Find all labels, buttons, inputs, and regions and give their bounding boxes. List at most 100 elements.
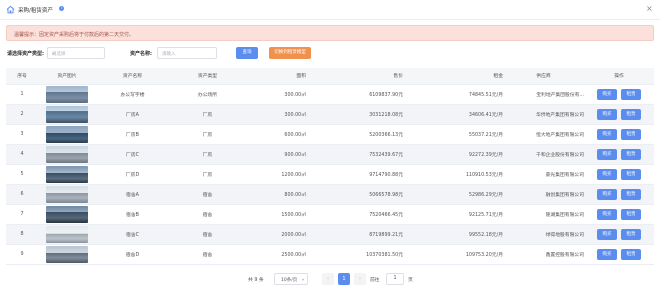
chevron-down-icon: ▾: [301, 277, 304, 282]
cell-photo: [38, 184, 96, 205]
cell-actions: 购买 租赁: [584, 144, 654, 165]
rent-button[interactable]: 租赁: [621, 188, 641, 200]
col-header-photo: 资产图片: [38, 68, 96, 85]
col-header-supplier: 供应商: [503, 68, 584, 85]
table-row: 2 厂房A 厂房 300.00㎡ 3031218.08元 34606.41元/月…: [6, 104, 654, 125]
rent-button[interactable]: 租赁: [621, 168, 641, 180]
cell-supplier: 绿得地股有限公司: [503, 224, 584, 245]
cell-area: 2500.00㎡: [246, 244, 306, 265]
prev-page-button[interactable]: ‹: [322, 273, 334, 285]
switch-mode-button[interactable]: 切换到租赁模型: [269, 47, 311, 59]
rent-button[interactable]: 租赁: [621, 88, 641, 100]
cell-actions: 购买 租赁: [584, 204, 654, 225]
asset-type-select[interactable]: 请选择 ▾: [47, 47, 105, 59]
asset-photo: [46, 85, 88, 103]
cell-rent: 110910.53元/月: [403, 164, 503, 185]
cell-area: 1200.00㎡: [246, 164, 306, 185]
buy-button[interactable]: 购买: [597, 208, 617, 220]
col-header-type: 资产类型: [169, 68, 246, 85]
asset-photo: [46, 205, 88, 223]
cell-index: 1: [6, 84, 38, 105]
cell-name: 厂房D: [96, 164, 169, 185]
asset-name-placeholder: 请输入: [162, 52, 176, 57]
cell-type: 宿舍: [169, 244, 246, 265]
rent-button[interactable]: 租赁: [621, 228, 641, 240]
info-icon[interactable]: i: [59, 5, 64, 11]
buy-button[interactable]: 购买: [597, 108, 617, 120]
cell-area: 300.00㎡: [246, 84, 306, 105]
notice-banner: 温馨提示：固定资产采购后将于付款后的第二天交付。: [6, 25, 654, 41]
chevron-down-icon: ▾: [52, 51, 55, 56]
cell-actions: 购买 租赁: [584, 84, 654, 105]
page-title: 采购/租赁资产: [18, 8, 53, 14]
goto-page-input[interactable]: 1: [386, 273, 404, 285]
cell-price: 8719899.21元: [306, 224, 403, 245]
cell-supplier: 隆湖集团有限公司: [503, 204, 584, 225]
cell-supplier: 鑫置控股有限公司: [503, 244, 584, 265]
cell-photo: [38, 84, 96, 105]
cell-supplier: 恒大地产集团有限公司: [503, 124, 584, 145]
buy-button[interactable]: 购买: [597, 168, 617, 180]
close-icon[interactable]: ×: [646, 5, 653, 13]
cell-actions: 购买 租赁: [584, 244, 654, 265]
asset-type-label: 请选择资产类型:: [7, 51, 45, 57]
cell-price: 7532439.67元: [306, 144, 403, 165]
rent-button[interactable]: 租赁: [621, 108, 641, 120]
cell-type: 厂房: [169, 124, 246, 145]
cell-type: 厂房: [169, 144, 246, 165]
title-bar: 采购/租赁资产 i ×: [0, 0, 660, 20]
next-page-button[interactable]: ›: [354, 273, 366, 285]
cell-index: 5: [6, 164, 38, 185]
cell-rent: 52986.29元/月: [403, 184, 503, 205]
home-icon: [6, 5, 15, 14]
rent-button[interactable]: 租赁: [621, 148, 641, 160]
filter-bar: 请选择资产类型: 请选择 ▾ 资产名称: 请输入 查询 切换到租赁模型: [0, 46, 660, 60]
page-size-value: 10条/页: [281, 278, 298, 283]
cell-area: 1500.00㎡: [246, 204, 306, 225]
table-header-row: 序号 资产图片 资产名称 资产类型 面积 售价 租金 供应商 操作: [6, 68, 654, 85]
cell-name: 宿舍B: [96, 204, 169, 225]
cell-type: 厂房: [169, 164, 246, 185]
asset-table: 序号 资产图片 资产名称 资产类型 面积 售价 租金 供应商 操作 1 办公写字…: [6, 68, 654, 265]
cell-price: 9714790.88元: [306, 164, 403, 185]
page-number-current[interactable]: 1: [338, 273, 350, 285]
table-row: 3 厂房B 厂房 600.00㎡ 5200366.13元 55037.21元/月…: [6, 124, 654, 145]
cell-photo: [38, 164, 96, 185]
asset-name-label: 资产名称:: [130, 51, 152, 57]
query-button[interactable]: 查询: [236, 47, 258, 59]
rent-button[interactable]: 租赁: [621, 208, 641, 220]
cell-rent: 34606.41元/月: [403, 104, 503, 125]
cell-index: 4: [6, 144, 38, 165]
cell-rent: 92125.71元/月: [403, 204, 503, 225]
cell-actions: 购买 租赁: [584, 184, 654, 205]
page-size-select[interactable]: 10条/页 ▾: [274, 273, 308, 285]
cell-area: 2000.00㎡: [246, 224, 306, 245]
cell-index: 2: [6, 104, 38, 125]
rent-button[interactable]: 租赁: [621, 248, 641, 260]
asset-photo: [46, 245, 88, 263]
table-row: 8 宿舍C 宿舍 2000.00㎡ 8719899.21元 99552.18元/…: [6, 224, 654, 245]
col-header-rent: 租金: [403, 68, 503, 85]
cell-type: 厂房: [169, 104, 246, 125]
col-header-name: 资产名称: [96, 68, 169, 85]
cell-actions: 购买 租赁: [584, 164, 654, 185]
cell-name: 办公写字楼: [96, 84, 169, 105]
cell-price: 5200366.13元: [306, 124, 403, 145]
cell-name: 宿舍D: [96, 244, 169, 265]
buy-button[interactable]: 购买: [597, 228, 617, 240]
cell-supplier: 宝利地产集团股份有...: [503, 84, 584, 105]
cell-rent: 109753.20元/月: [403, 244, 503, 265]
col-header-index: 序号: [6, 68, 38, 85]
asset-name-input[interactable]: 请输入: [157, 47, 217, 59]
rent-button[interactable]: 租赁: [621, 128, 641, 140]
table-row: 9 宿舍D 宿舍 2500.00㎡ 10370381.50元 109753.20…: [6, 244, 654, 265]
asset-photo: [46, 145, 88, 163]
buy-button[interactable]: 购买: [597, 148, 617, 160]
buy-button[interactable]: 购买: [597, 88, 617, 100]
cell-photo: [38, 244, 96, 265]
cell-index: 8: [6, 224, 38, 245]
buy-button[interactable]: 购买: [597, 128, 617, 140]
buy-button[interactable]: 购买: [597, 188, 617, 200]
table-row: 6 宿舍A 宿舍 800.00㎡ 5066578.98元 52986.29元/月…: [6, 184, 654, 205]
buy-button[interactable]: 购买: [597, 248, 617, 260]
